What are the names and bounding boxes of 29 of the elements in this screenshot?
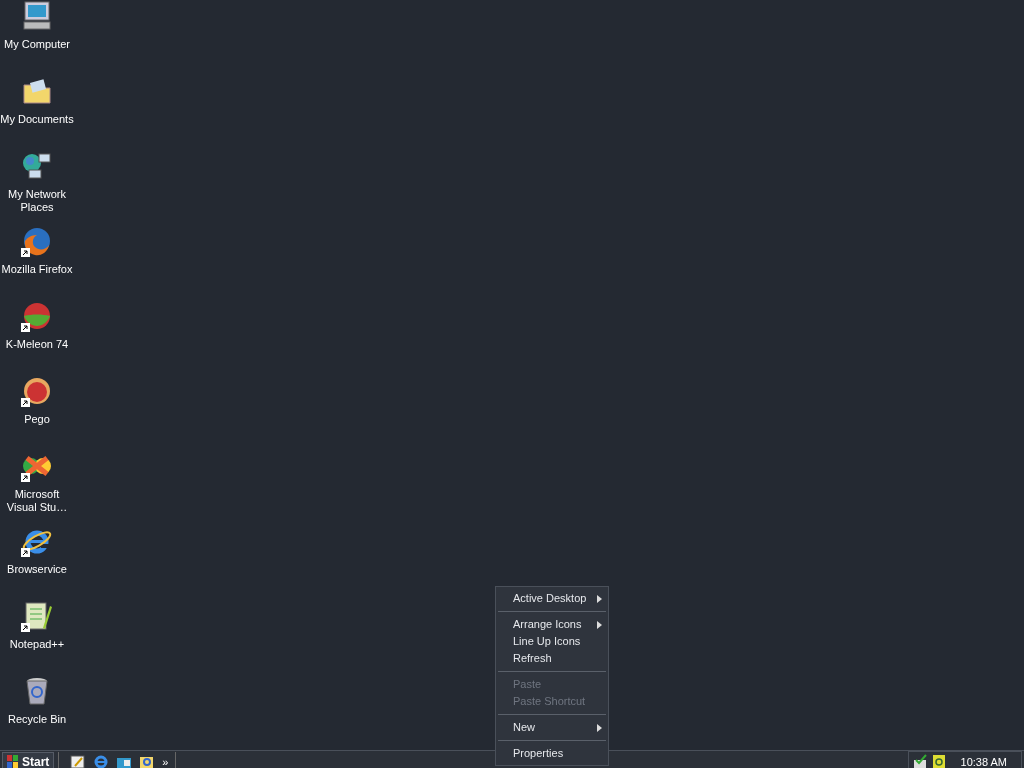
menu-item[interactable]: Active Desktop [496,590,608,607]
network-icon [21,150,53,182]
network-tray-icon[interactable] [912,754,929,768]
menu-item[interactable]: Line Up Icons [496,633,608,650]
icon-label[interactable]: Pego [0,413,74,426]
menu-item[interactable]: New [496,719,608,736]
windows-logo-icon [7,755,19,768]
browser-e-icon[interactable] [93,754,110,768]
ball-icon [21,375,53,407]
clock[interactable]: 10:38 AM [960,753,1007,768]
icon-label[interactable]: My Documents [0,113,74,126]
menu-item[interactable]: Refresh [496,650,608,667]
icon-label[interactable]: K-Meleon 74 [0,338,74,351]
icon-label[interactable]: Microsoft Visual Stu… [0,488,74,514]
globe-fox-icon [21,225,53,257]
search-icon[interactable] [139,754,156,768]
start-button[interactable]: Start [2,751,55,768]
menu-item[interactable]: Arrange Icons [496,616,608,633]
menu-item[interactable]: Properties [496,745,608,762]
desktop-icon[interactable] [70,754,87,768]
icon-label[interactable]: My Network Places [0,188,74,214]
icon-label[interactable]: Notepad++ [0,638,74,651]
icon-label[interactable]: Mozilla Firefox [0,263,74,276]
more-button[interactable]: » [159,753,172,768]
icon-label[interactable]: My Computer [0,38,74,51]
tray-app-icon[interactable] [931,754,946,768]
icon-label[interactable]: Browservice [0,563,74,576]
icon-label[interactable]: Recycle Bin [0,713,74,726]
computer-icon [21,0,53,32]
